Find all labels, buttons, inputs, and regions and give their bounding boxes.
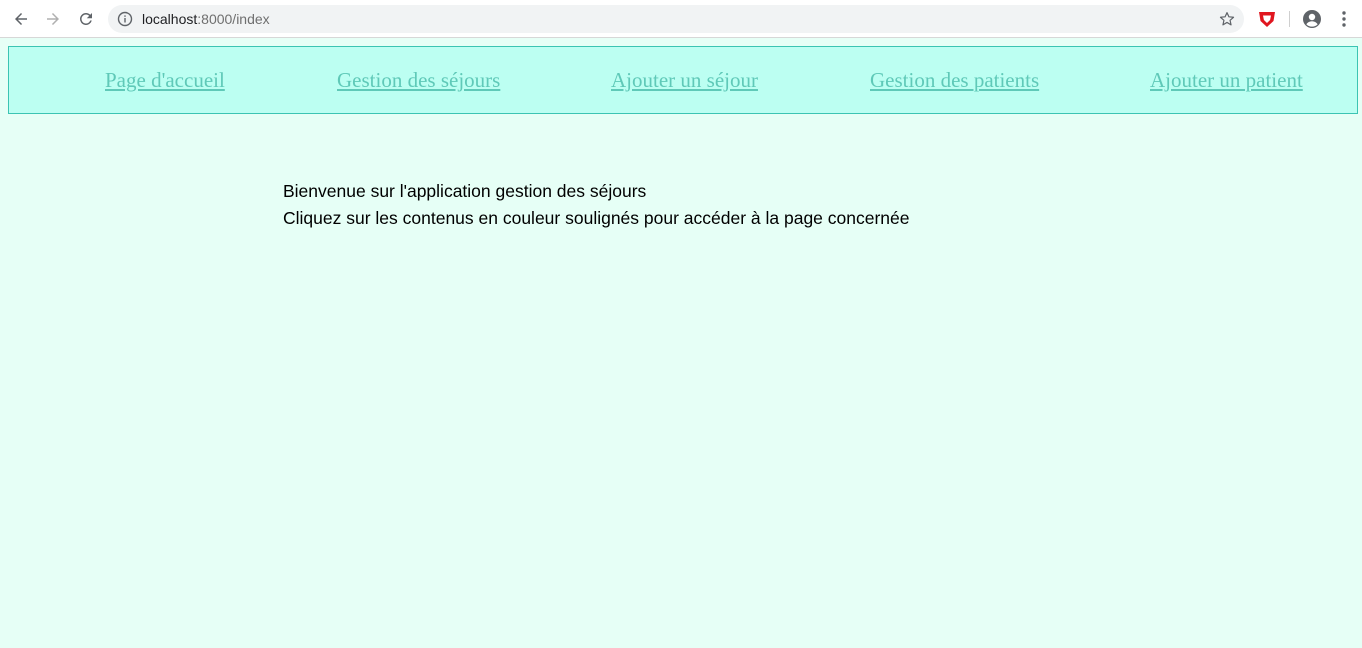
forward-icon[interactable] (41, 7, 65, 31)
url-path: :8000/index (197, 11, 270, 27)
nav-link-add-stay[interactable]: Ajouter un séjour (611, 68, 758, 92)
welcome-content: Bienvenue sur l'application gestion des … (283, 178, 910, 232)
toolbar-separator (1289, 11, 1290, 27)
url-host: localhost (142, 11, 198, 27)
site-navigation: Page d'accueil Gestion des séjours Ajout… (8, 46, 1358, 114)
shield-extension-icon[interactable] (1257, 9, 1277, 29)
bookmark-star-icon[interactable] (1218, 10, 1236, 28)
browser-toolbar: localhost:8000/index (0, 0, 1362, 38)
nav-link-add-patient[interactable]: Ajouter un patient (1150, 68, 1303, 92)
back-icon[interactable] (9, 7, 33, 31)
reload-icon[interactable] (74, 7, 98, 31)
site-info-icon[interactable] (117, 11, 133, 27)
url-text: localhost:8000/index (142, 11, 270, 27)
account-icon[interactable] (1302, 9, 1322, 29)
nav-link-home[interactable]: Page d'accueil (105, 68, 225, 92)
nav-link-manage-stays[interactable]: Gestion des séjours (337, 68, 500, 92)
address-bar[interactable]: localhost:8000/index (108, 5, 1244, 33)
welcome-message: Bienvenue sur l'application gestion des … (283, 181, 647, 201)
menu-dots-icon[interactable] (1334, 9, 1354, 29)
instructions-text: Cliquez sur les contenus en couleur soul… (283, 208, 910, 228)
nav-link-manage-patients[interactable]: Gestion des patients (870, 68, 1039, 92)
